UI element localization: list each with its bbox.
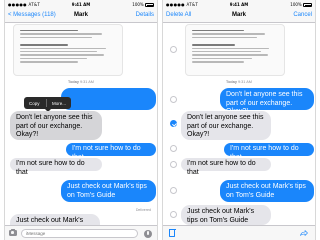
message-bubble-outgoing[interactable] — [61, 88, 156, 110]
camera-icon[interactable] — [9, 228, 17, 236]
battery-icon — [303, 3, 312, 7]
message-timestamp: Today 9:31 AM — [68, 80, 94, 84]
select-circle[interactable] — [170, 145, 177, 152]
battery-indicator: 100% — [290, 2, 312, 7]
attachment-preview[interactable] — [13, 24, 123, 76]
left-phone-screen: ●●●●● AT&T 9:41 AM 100% < Messages (118)… — [4, 0, 158, 240]
trash-icon[interactable] — [168, 228, 176, 237]
select-circle[interactable] — [170, 161, 177, 168]
message-bubble-incoming[interactable]: Just check out Mark's tips on Tom's Guid… — [181, 205, 271, 225]
nav-bar: Delete All Mark Cancel — [163, 9, 315, 23]
battery-icon — [145, 3, 154, 7]
attachment-preview[interactable] — [185, 24, 285, 76]
message-timestamp: Today 9:31 AM — [226, 80, 252, 84]
select-circle[interactable] — [170, 211, 177, 218]
select-circle[interactable] — [170, 96, 177, 103]
imessage-input[interactable] — [21, 229, 138, 238]
message-bubble-incoming[interactable]: I'm not sure how to do that — [10, 158, 102, 176]
battery-percent: 100% — [132, 2, 144, 7]
conversation-title: Mark — [73, 12, 88, 18]
message-bubble-incoming[interactable]: I'm not sure how to do that — [181, 158, 271, 176]
right-phone-screen: ●●●●● AT&T 9:41 AM 100% Delete All Mark … — [162, 0, 316, 240]
message-bubble-outgoing[interactable]: I'm not sure how to do that — [224, 143, 314, 161]
status-bar: ●●●●● AT&T 9:41 AM 100% — [5, 0, 157, 9]
compose-toolbar — [5, 225, 157, 240]
message-bubble-outgoing[interactable]: Just check out Mark's tips on Tom's Guid… — [220, 180, 314, 202]
battery-indicator: 100% — [132, 2, 154, 7]
microphone-icon[interactable] — [144, 229, 152, 238]
message-bubble-outgoing[interactable]: Just check out Mark's tips on Tom's Guid… — [61, 180, 156, 202]
details-button[interactable]: Details — [136, 12, 154, 18]
message-bubble-outgoing[interactable]: I'm not sure how to do that — [66, 143, 156, 161]
select-circle[interactable] — [170, 46, 177, 53]
more-menu-item[interactable]: More... — [52, 101, 66, 106]
message-bubble-incoming-selected[interactable]: Don't let anyone see this part of our ex… — [10, 111, 102, 140]
select-circle-checked[interactable] — [170, 120, 177, 127]
edit-toolbar — [163, 225, 315, 240]
copy-menu-item[interactable]: Copy — [29, 101, 40, 106]
message-bubble-incoming-selected[interactable]: Don't let anyone see this part of our ex… — [181, 111, 271, 140]
conversation-title: Mark — [231, 12, 246, 18]
menu-divider — [45, 99, 47, 107]
cancel-button[interactable]: Cancel — [293, 12, 312, 18]
copy-more-menu: Copy More... — [24, 97, 72, 109]
message-bubble-outgoing[interactable]: Don't let anyone see this part of our ex… — [220, 88, 314, 115]
delivered-status: Delivered — [135, 208, 151, 212]
battery-percent: 100% — [290, 2, 302, 7]
select-circle[interactable] — [170, 187, 177, 194]
forward-icon[interactable] — [300, 230, 308, 236]
status-bar: ●●●●● AT&T 9:41 AM 100% — [163, 0, 315, 9]
nav-bar: < Messages (118) Mark Details — [5, 9, 157, 23]
